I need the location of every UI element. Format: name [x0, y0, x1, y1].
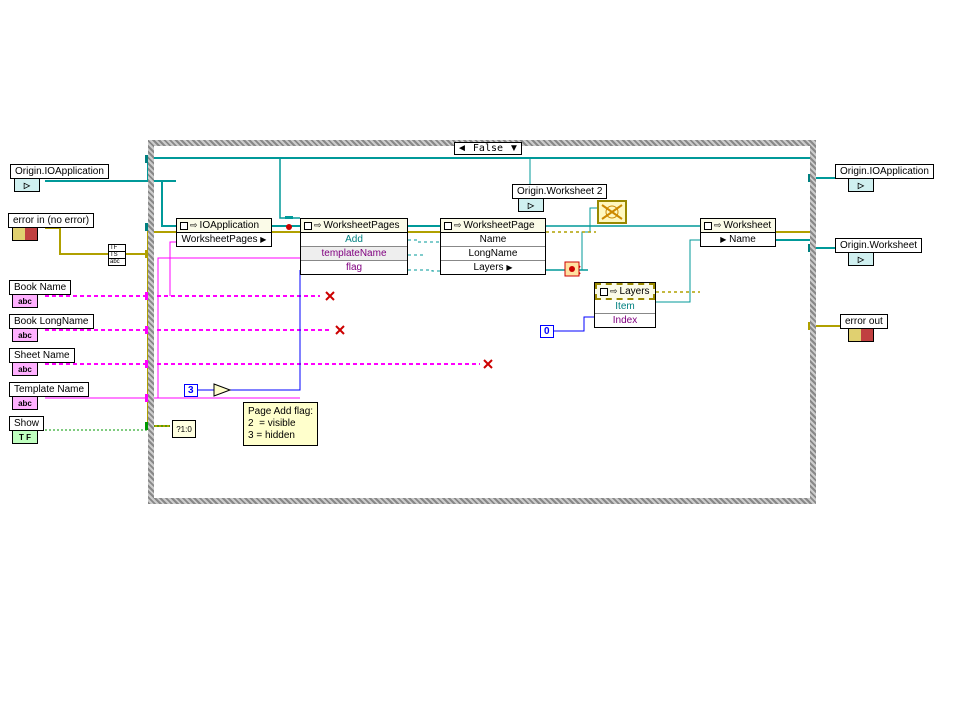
layers-index-param: Index — [595, 314, 655, 327]
worksheetpages-invoke-node: ⇨WorksheetPages Add templateName flag — [300, 218, 408, 275]
layers-invoke-node: ⇨Layers Item Index — [594, 282, 656, 328]
unbundle-row-abc: abc — [109, 259, 125, 265]
sheet-name-label: Sheet Name — [9, 348, 75, 363]
ioapp-out-terminal[interactable]: ▷ — [848, 178, 874, 192]
worksheet2-const-label: Origin.Worksheet 2 — [512, 184, 607, 199]
wpage-node-title: WorksheetPage — [464, 220, 535, 231]
case-structure — [148, 140, 816, 504]
case-selector[interactable]: ◄ False ▼ — [454, 142, 522, 155]
unbundle-by-name: TF TS abc — [108, 244, 126, 266]
layers-node-title: Layers — [620, 286, 650, 297]
template-name-label: Template Name — [9, 382, 89, 397]
case-next-icon[interactable]: ▼ — [509, 143, 519, 154]
error-in-terminal[interactable] — [12, 227, 38, 241]
coercion-dot-2 — [285, 216, 293, 224]
wpage-layers-prop: Layers ▶ — [441, 261, 545, 274]
coercion-dot-1 — [285, 223, 293, 231]
wpage-longname-prop: LongName — [441, 247, 545, 261]
ioapp-node-title: IOApplication — [200, 220, 259, 231]
book-longname-label: Book LongName — [9, 314, 94, 329]
to-variant-node — [564, 261, 580, 277]
wp-add-method: Add — [301, 233, 407, 247]
unbundle-row-tf: TF — [109, 245, 125, 252]
error-in-label: error in (no error) — [8, 213, 94, 228]
layers-item-method: Item — [595, 300, 655, 314]
ioapp-worksheetpages-property: WorksheetPages ▶ — [177, 233, 271, 246]
wp-flag-param: flag — [301, 261, 407, 274]
page-add-flag-comment: Page Add flag: 2 = visible 3 = hidden — [243, 402, 318, 446]
book-name-label: Book Name — [9, 280, 71, 295]
error-out-label: error out — [840, 314, 888, 329]
show-label: Show — [9, 416, 44, 431]
worksheet2-const[interactable]: ▷ — [518, 198, 544, 212]
case-value: False — [469, 143, 507, 154]
worksheet-property-node: ⇨Worksheet ▶ Name — [700, 218, 776, 247]
select-primitive — [212, 382, 232, 398]
ws-node-title: Worksheet — [724, 220, 772, 231]
close-reference-node — [597, 200, 627, 224]
ioapp-refnum-label: Origin.IOApplication — [10, 164, 109, 179]
template-name-terminal[interactable]: abc — [12, 396, 38, 410]
wpage-name-prop: Name — [441, 233, 545, 247]
const-3: 3 — [184, 384, 198, 397]
const-0: 0 — [540, 325, 554, 338]
book-longname-terminal[interactable]: abc — [12, 328, 38, 342]
ioapp-out-label: Origin.IOApplication — [835, 164, 934, 179]
wp-node-title: WorksheetPages — [324, 220, 400, 231]
select-node: ?1:0 — [172, 420, 196, 438]
worksheet-out-terminal[interactable]: ▷ — [848, 252, 874, 266]
show-terminal[interactable]: T F — [12, 430, 38, 444]
worksheetpage-property-node: ⇨WorksheetPage Name LongName Layers ▶ — [440, 218, 546, 275]
wp-templatename-param: templateName — [301, 247, 407, 261]
worksheet-out-label: Origin.Worksheet — [835, 238, 922, 253]
error-out-terminal[interactable] — [848, 328, 874, 342]
case-prev-icon[interactable]: ◄ — [457, 143, 467, 154]
unbundle-row-ts: TS — [109, 252, 125, 259]
sheet-name-terminal[interactable]: abc — [12, 362, 38, 376]
ioapplication-property-node: ⇨IOApplication WorksheetPages ▶ — [176, 218, 272, 247]
book-name-terminal[interactable]: abc — [12, 294, 38, 308]
ioapp-refnum-terminal[interactable]: ▷ — [14, 178, 40, 192]
ws-name-prop: ▶ Name — [701, 233, 775, 246]
